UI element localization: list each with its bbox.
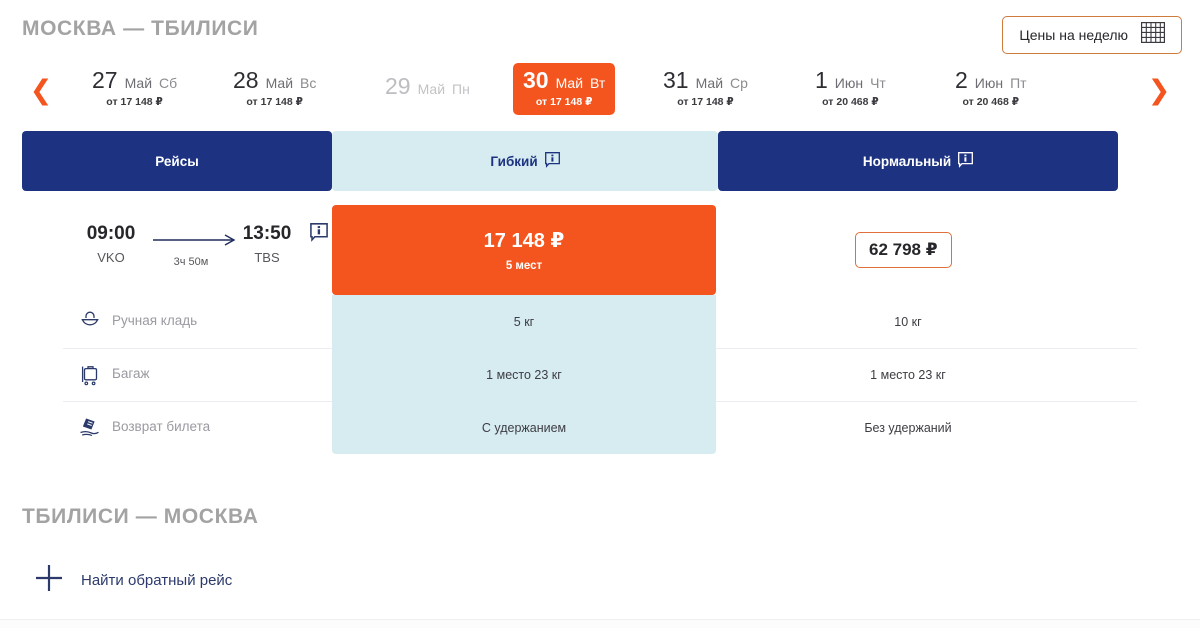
normal-fare-price-button[interactable]: 62 798 ₽ <box>855 232 952 268</box>
date-price: от 17 148 ₽ <box>246 96 303 108</box>
fare-feature-table: Ручная кладь 5 кг 10 кг Багаж 1 место 23… <box>0 295 1200 454</box>
date-day-number: 29 <box>385 73 411 99</box>
departure-airport-code: VKO <box>97 249 125 265</box>
flight-duration-arrow: 3ч 50м <box>153 233 236 268</box>
departure-time: 09:00 <box>86 223 136 244</box>
flexible-handbag-value: 5 кг <box>332 295 716 348</box>
table-row: Возврат билета С удержанием Без удержани… <box>0 401 1200 454</box>
feature-label-handbag: Ручная кладь <box>112 313 198 328</box>
date-month: Май <box>555 75 584 91</box>
arrival: 13:50 TBS <box>229 223 305 265</box>
plus-icon <box>34 563 64 598</box>
flexible-refund-value: С удержанием <box>332 401 716 454</box>
arrival-airport-code: TBS <box>254 249 280 265</box>
info-bubble-icon[interactable] <box>544 151 560 171</box>
tab-flexible[interactable]: Гибкий <box>332 131 718 191</box>
route-header: МОСКВА — ТБИЛИСИ Цены на неделю <box>0 0 1200 58</box>
calendar-grid-icon <box>1141 22 1165 48</box>
table-row: Ручная кладь 5 кг 10 кг <box>0 295 1200 348</box>
date-month: Май <box>124 75 153 91</box>
date-month: Июн <box>834 75 864 91</box>
tab-normal-label: Нормальный <box>862 153 952 169</box>
date-month: Май <box>695 75 724 91</box>
info-bubble-icon[interactable] <box>958 151 974 171</box>
handbag-icon <box>78 310 102 334</box>
date-item-2: 29 Май Пн <box>375 63 480 115</box>
normal-fare-price: 62 798 ₽ <box>869 240 938 259</box>
feature-label-luggage: Багаж <box>112 366 150 381</box>
normal-luggage-value: 1 место 23 кг <box>870 367 946 382</box>
flight-results-page: МОСКВА — ТБИЛИСИ Цены на неделю ❮ 27 Май… <box>0 0 1200 628</box>
arrival-time: 13:50 <box>242 223 292 244</box>
normal-handbag-value: 10 кг <box>894 314 922 329</box>
luggage-icon <box>78 363 102 387</box>
date-weekday: Вс <box>300 75 317 91</box>
date-weekday: Сб <box>159 75 178 91</box>
tab-flights[interactable]: Рейсы <box>22 131 332 191</box>
date-price: от 20 468 ₽ <box>962 96 1020 108</box>
flexible-fare-price-button[interactable]: 17 148 ₽ 5 мест <box>332 205 716 295</box>
date-weekday: Пн <box>452 81 470 97</box>
arrow-right-icon <box>153 234 236 246</box>
flexible-fare-price: 17 148 ₽ <box>483 230 565 252</box>
add-return-flight-label: Найти обратный рейс <box>81 572 233 589</box>
date-weekday: Пт <box>1010 75 1027 91</box>
flexible-fare-seats: 5 мест <box>505 260 543 272</box>
tab-flights-label: Рейсы <box>155 153 199 169</box>
date-weekday: Ср <box>730 75 748 91</box>
date-weekday: Вт <box>590 75 606 91</box>
date-item-1[interactable]: 28 Май Вс от 17 148 ₽ <box>223 63 326 115</box>
date-day-number: 2 <box>955 67 968 93</box>
next-week-arrow[interactable]: ❯ <box>1144 74 1174 106</box>
date-price: от 20 468 ₽ <box>822 96 879 108</box>
flexible-luggage-value: 1 место 23 кг <box>332 348 716 401</box>
table-row: Багаж 1 место 23 кг 1 место 23 кг <box>0 348 1200 401</box>
date-item-3-selected[interactable]: 30 Май Вт от 17 148 ₽ <box>513 63 616 115</box>
feature-label-refund: Возврат билета <box>112 419 211 434</box>
date-strip: ❮ 27 Май Сб от 17 148 ₽ 28 Май Вс от 17 … <box>0 58 1200 120</box>
flight-row: 09:00 VKO 3ч 50м 13:50 TBS 17 148 ₽ 5 ме… <box>0 205 1200 455</box>
departure: 09:00 VKO <box>73 223 149 265</box>
date-month: Июн <box>974 75 1004 91</box>
date-weekday: Чт <box>870 75 886 91</box>
refund-icon <box>78 416 102 440</box>
date-day-number: 1 <box>815 67 828 93</box>
tab-normal[interactable]: Нормальный <box>718 131 1118 191</box>
flight-duration: 3ч 50м <box>173 256 209 268</box>
date-day-number: 28 <box>233 67 259 93</box>
return-route-title: ТБИЛИСИ — МОСКВА <box>22 505 259 528</box>
tab-flexible-label: Гибкий <box>490 153 538 169</box>
flight-info-icon[interactable] <box>310 223 328 247</box>
date-day-number: 31 <box>663 67 689 93</box>
normal-refund-value: Без удержаний <box>864 420 952 435</box>
add-return-flight-button[interactable]: Найти обратный рейс <box>34 563 232 598</box>
bottom-band <box>0 620 1200 628</box>
date-month: Май <box>417 81 446 97</box>
date-price: от 17 148 ₽ <box>535 96 593 108</box>
date-day-number: 30 <box>523 67 549 93</box>
date-price: от 17 148 ₽ <box>677 96 734 108</box>
date-price: от 17 148 ₽ <box>106 96 163 108</box>
week-prices-label: Цены на неделю <box>1019 27 1128 43</box>
date-day-number: 27 <box>92 67 118 93</box>
date-item-4[interactable]: 31 Май Ср от 17 148 ₽ <box>653 63 758 115</box>
date-item-6[interactable]: 2 Июн Пт от 20 468 ₽ <box>945 63 1037 115</box>
date-item-5[interactable]: 1 Июн Чт от 20 468 ₽ <box>805 63 896 115</box>
date-item-0[interactable]: 27 Май Сб от 17 148 ₽ <box>82 63 187 115</box>
prev-week-arrow[interactable]: ❮ <box>26 74 56 106</box>
week-prices-button[interactable]: Цены на неделю <box>1002 16 1182 54</box>
page-title: МОСКВА — ТБИЛИСИ <box>22 17 259 40</box>
fare-tabs: Рейсы Гибкий Нормальный <box>22 131 1118 191</box>
date-month: Май <box>265 75 294 91</box>
